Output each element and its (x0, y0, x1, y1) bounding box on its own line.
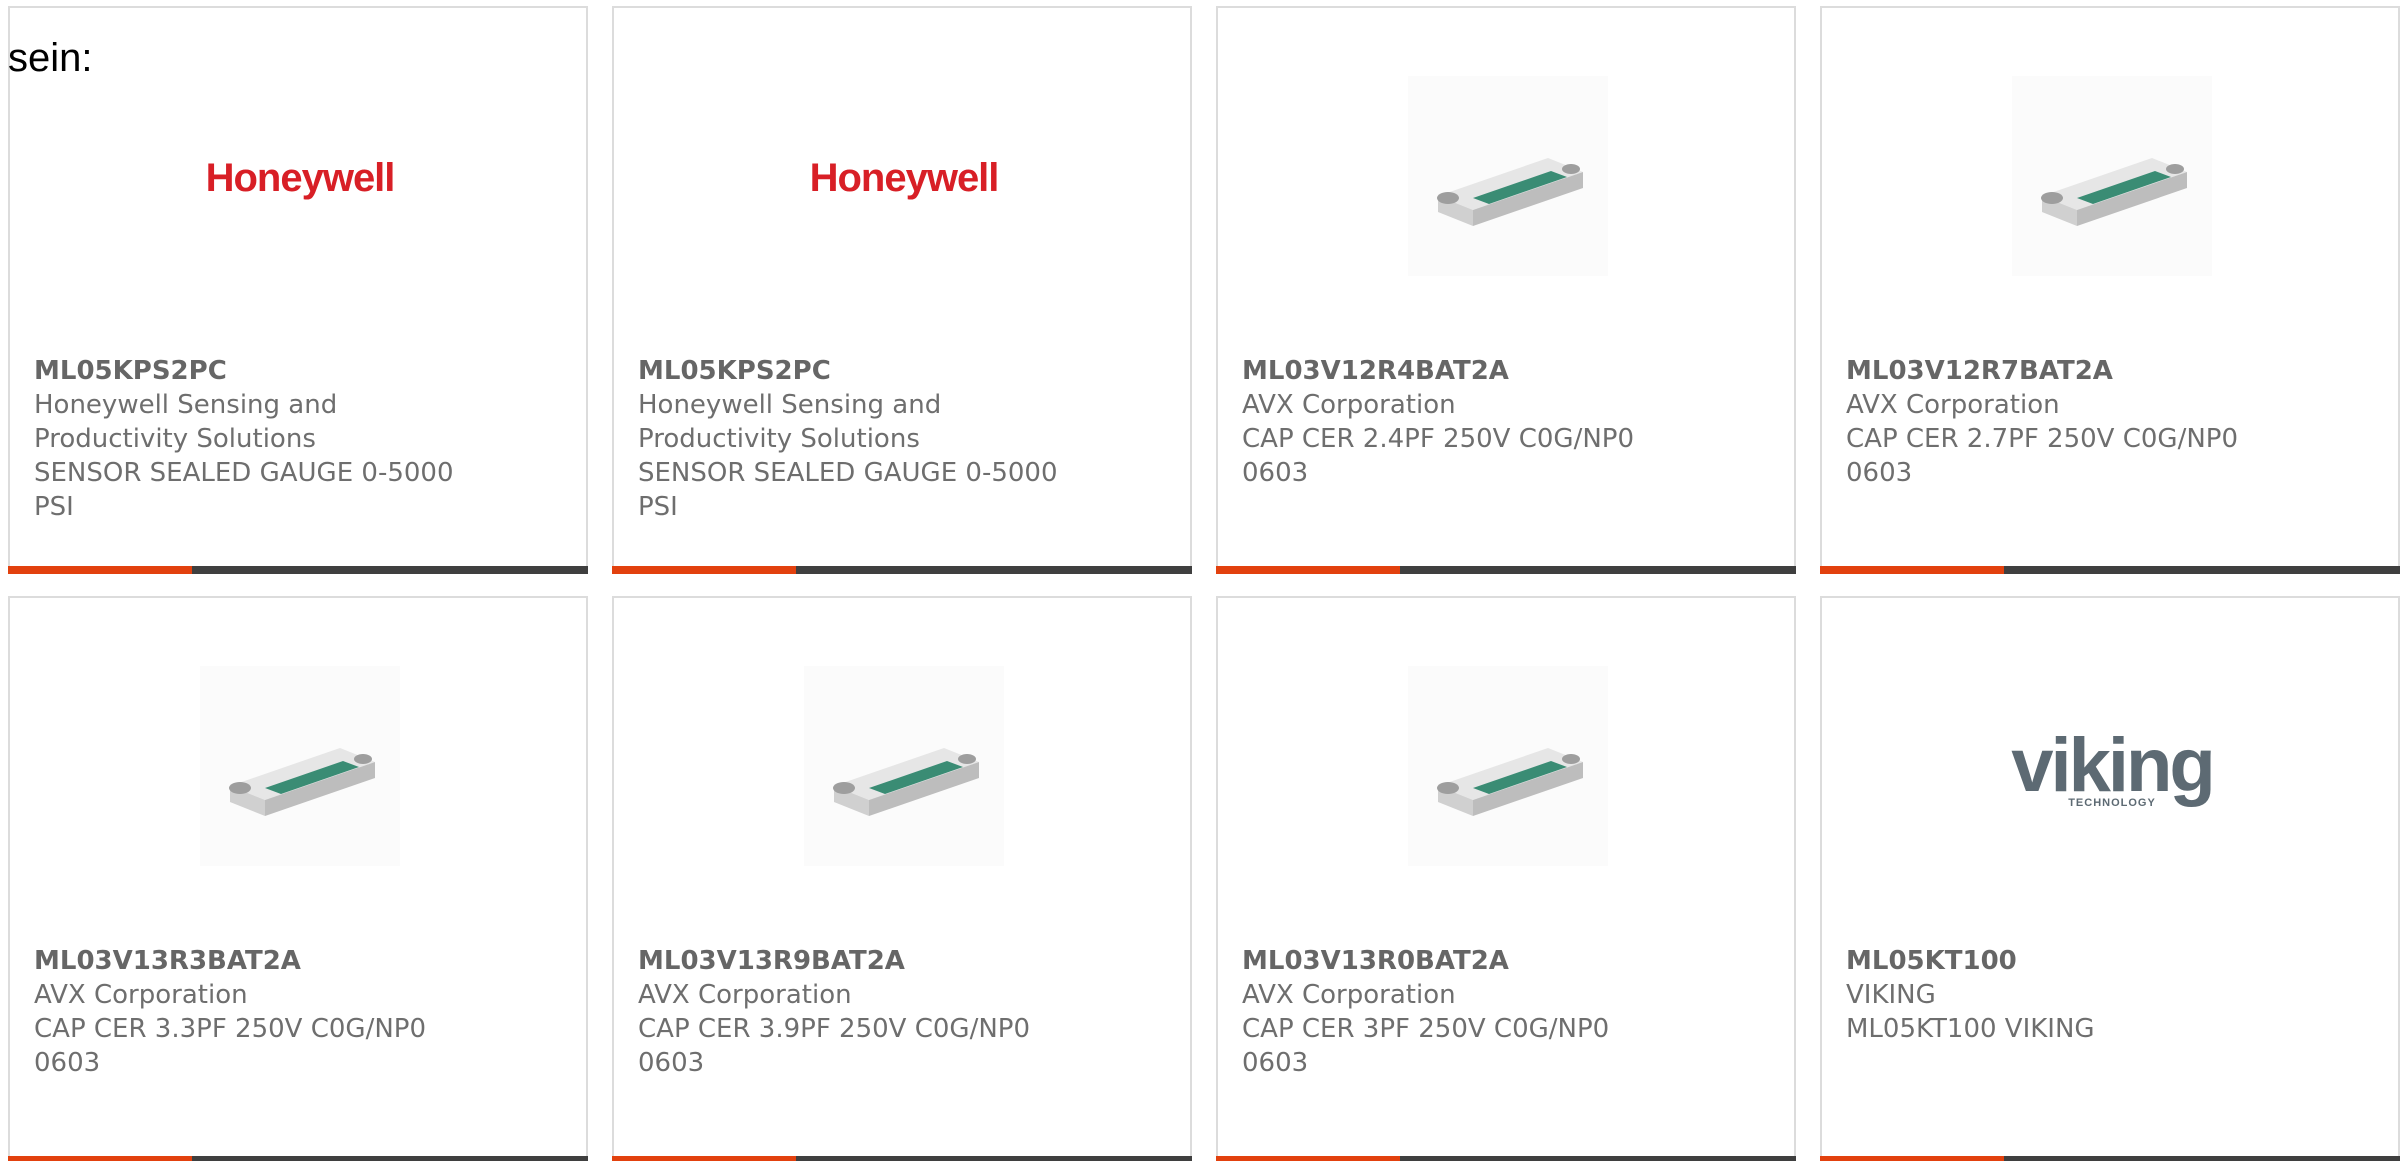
chip-capacitor-icon (200, 666, 400, 866)
description: ML05KT100 VIKING (1846, 1014, 2095, 1044)
description: CAP CER 2.4PF 250V C0G/NP0 0603 (1242, 424, 1634, 488)
chip-capacitor-image (804, 666, 1004, 866)
part-number: ML03V12R4BAT2A (1242, 356, 1509, 386)
description: CAP CER 3.9PF 250V C0G/NP0 0603 (638, 1014, 1030, 1078)
description: SENSOR SEALED GAUGE 0-5000 PSI (34, 458, 454, 522)
viking-logo: viking TECHNOLOGY (2011, 722, 2216, 809)
chip-capacitor-icon (804, 666, 1004, 866)
description: SENSOR SEALED GAUGE 0-5000 PSI (638, 458, 1058, 522)
chip-capacitor-image (1408, 76, 1608, 276)
card-bar (8, 566, 588, 574)
card-bar (1216, 1156, 1796, 1161)
honeywell-logo: Honeywell (809, 155, 1000, 200)
card-bar (8, 1156, 588, 1161)
part-number: ML03V13R3BAT2A (34, 946, 301, 976)
product-card[interactable]: ML03V13R9BAT2A AVX Corporation CAP CER 3… (612, 596, 1192, 1161)
part-number: ML05KPS2PC (34, 356, 227, 386)
part-number: ML05KPS2PC (638, 356, 831, 386)
part-number: ML05KT100 (1846, 946, 2017, 976)
manufacturer: VIKING (1846, 980, 1936, 1010)
honeywell-logo: Honeywell (205, 155, 396, 200)
manufacturer: AVX Corporation (638, 980, 852, 1010)
manufacturer: AVX Corporation (1242, 390, 1456, 420)
product-card[interactable]: Honeywell ML05KPS2PC Honeywell Sensing a… (612, 6, 1192, 574)
description: CAP CER 3.3PF 250V C0G/NP0 0603 (34, 1014, 426, 1078)
card-bar (612, 1156, 1192, 1161)
description: CAP CER 2.7PF 250V C0G/NP0 0603 (1846, 424, 2238, 488)
heading-text: sein: (8, 36, 93, 80)
manufacturer: Honeywell Sensing and Productivity Solut… (638, 390, 942, 454)
manufacturer: Honeywell Sensing and Productivity Solut… (34, 390, 338, 454)
chip-capacitor-image (1408, 666, 1608, 866)
manufacturer: AVX Corporation (1846, 390, 2060, 420)
product-card[interactable]: Honeywell ML05KPS2PC Honeywell Sensing a… (8, 6, 588, 574)
card-bar (1820, 1156, 2400, 1161)
description: CAP CER 3PF 250V C0G/NP0 0603 (1242, 1014, 1610, 1078)
card-bar (612, 566, 1192, 574)
chip-capacitor-icon (1408, 76, 1608, 276)
product-card[interactable]: ML03V13R3BAT2A AVX Corporation CAP CER 3… (8, 596, 588, 1161)
card-bar (1216, 566, 1796, 574)
chip-capacitor-image (2012, 76, 2212, 276)
manufacturer: AVX Corporation (1242, 980, 1456, 1010)
product-card[interactable]: viking TECHNOLOGY ML05KT100 VIKING ML05K… (1820, 596, 2400, 1161)
product-card[interactable]: ML03V13R0BAT2A AVX Corporation CAP CER 3… (1216, 596, 1796, 1161)
product-card[interactable]: ML03V12R4BAT2A AVX Corporation CAP CER 2… (1216, 6, 1796, 574)
product-card[interactable]: ML03V12R7BAT2A AVX Corporation CAP CER 2… (1820, 6, 2400, 574)
card-bar (1820, 566, 2400, 574)
product-grid-page: sein: Honeywell ML05KPS2PC Honeywell Sen… (0, 0, 2400, 1161)
chip-capacitor-image (200, 666, 400, 866)
chip-capacitor-icon (2012, 76, 2212, 276)
part-number: ML03V12R7BAT2A (1846, 356, 2113, 386)
chip-capacitor-icon (1408, 666, 1608, 866)
manufacturer: AVX Corporation (34, 980, 248, 1010)
part-number: ML03V13R0BAT2A (1242, 946, 1509, 976)
part-number: ML03V13R9BAT2A (638, 946, 905, 976)
